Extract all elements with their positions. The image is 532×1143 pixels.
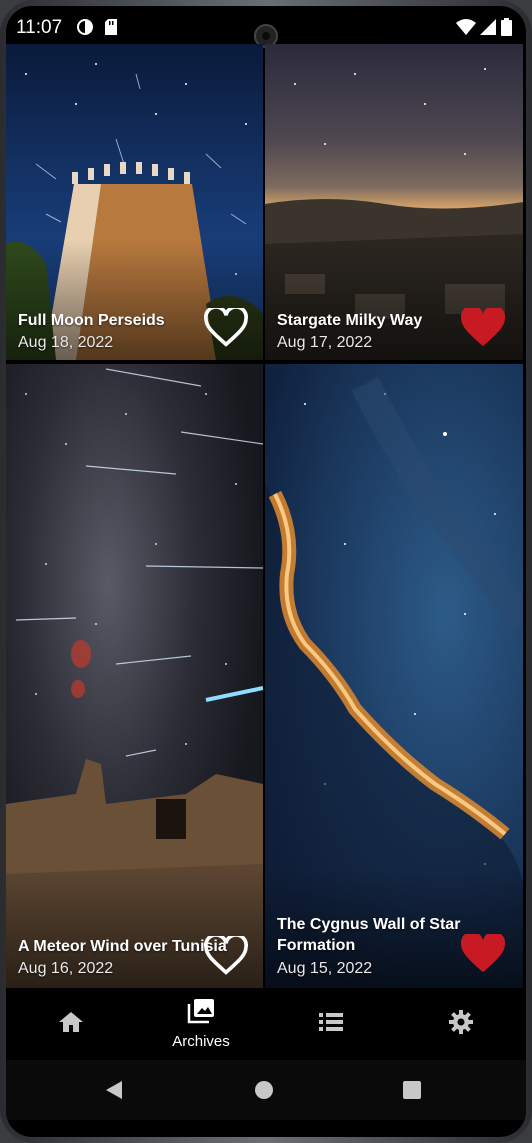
- favorite-filled-icon[interactable]: [461, 308, 505, 348]
- card-title: A Meteor Wind over Tunisia: [18, 938, 227, 955]
- card-date: Aug 17, 2022: [277, 334, 373, 351]
- system-navigation-bar: [6, 1060, 526, 1120]
- nav-archives[interactable]: Archives: [136, 990, 266, 1058]
- sd-card-icon: [104, 18, 118, 41]
- wifi-icon: [456, 18, 476, 41]
- card-date: Aug 18, 2022: [18, 334, 114, 351]
- favorite-filled-icon[interactable]: [461, 934, 505, 974]
- home-circle-icon[interactable]: [254, 1080, 274, 1105]
- nav-archives-label: Archives: [172, 1033, 230, 1050]
- nav-settings[interactable]: [396, 990, 526, 1058]
- signal-icon: [480, 18, 496, 41]
- apod-card[interactable]: Stargate Milky Way Aug 17, 2022: [265, 44, 523, 360]
- nav-home[interactable]: [6, 990, 136, 1058]
- phone-screen: 11:07 Full Moon Perseids Aug 18, 2022 St…: [6, 6, 526, 1137]
- recents-icon[interactable]: [402, 1080, 422, 1105]
- apod-grid: Full Moon Perseids Aug 18, 2022 Stargate…: [6, 44, 526, 990]
- apod-card[interactable]: Full Moon Perseids Aug 18, 2022: [6, 44, 263, 360]
- data-saver-icon: [76, 18, 94, 41]
- nav-list[interactable]: [266, 990, 396, 1058]
- card-title: Full Moon Perseids: [18, 312, 165, 329]
- archives-icon: [187, 998, 215, 1029]
- list-icon: [318, 1011, 344, 1038]
- card-title: Stargate Milky Way: [277, 312, 423, 329]
- card-date: Aug 16, 2022: [18, 960, 114, 977]
- battery-icon: [501, 18, 512, 41]
- favorite-outline-icon[interactable]: [204, 936, 248, 976]
- favorite-outline-icon[interactable]: [204, 308, 248, 348]
- apod-card[interactable]: The Cygnus Wall of Star Formation Aug 15…: [265, 364, 523, 988]
- card-title: The Cygnus Wall of Star Formation: [277, 916, 461, 954]
- status-time: 11:07: [16, 17, 63, 38]
- card-date: Aug 15, 2022: [277, 960, 373, 977]
- bottom-navigation: Archives: [6, 990, 526, 1058]
- settings-icon: [448, 1009, 474, 1040]
- back-icon[interactable]: [104, 1080, 124, 1105]
- home-icon: [58, 1010, 84, 1039]
- apod-card[interactable]: A Meteor Wind over Tunisia Aug 16, 2022: [6, 364, 263, 988]
